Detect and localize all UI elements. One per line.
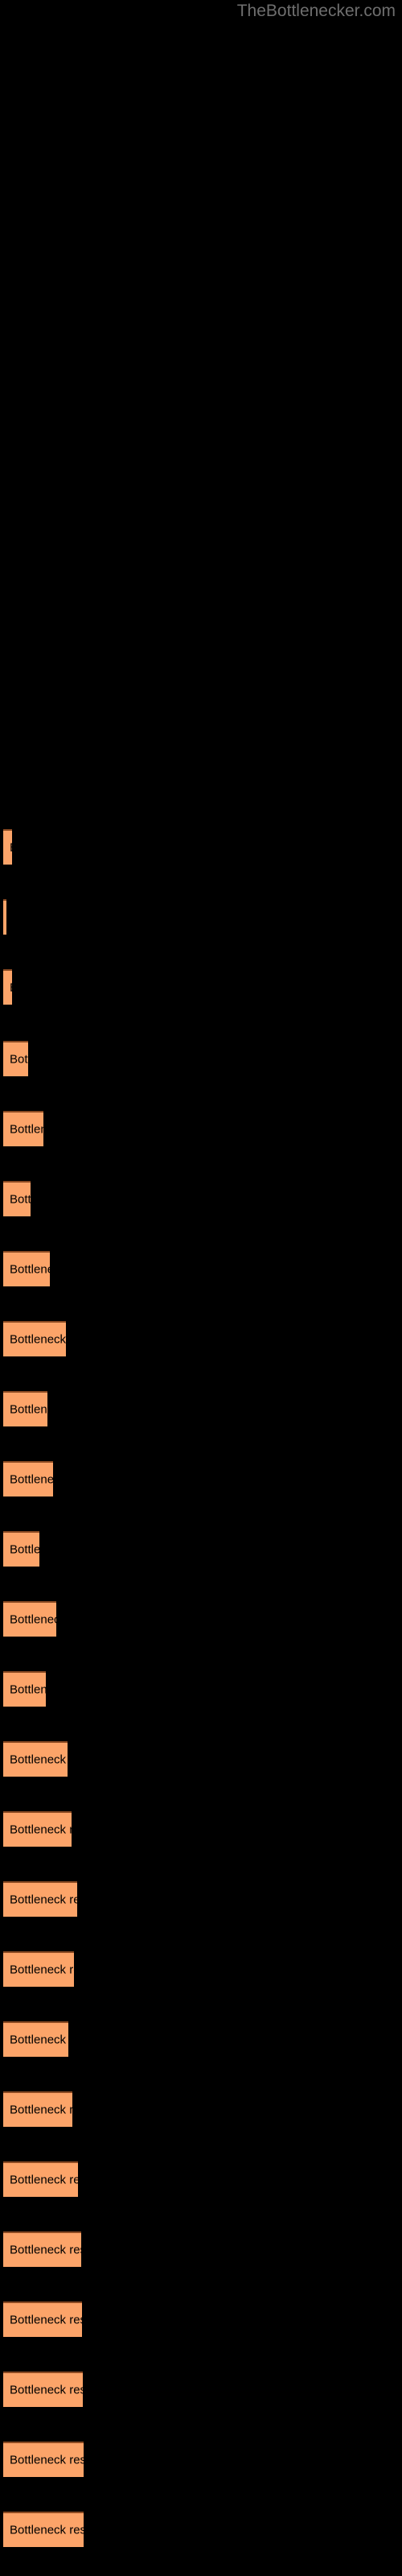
bar-label: Bottleneck result <box>10 1052 28 1067</box>
bar-row: Bottleneck result <box>0 2231 402 2267</box>
bar: Bottleneck result <box>3 2161 78 2197</box>
bar: Bottleneck result <box>3 2442 84 2477</box>
bar: Bottleneck result <box>3 2231 81 2267</box>
bar: Bottleneck result <box>3 1041 28 1076</box>
bar: Bottleneck result <box>3 1811 72 1847</box>
bar-label: Bottleneck result <box>10 1963 74 1977</box>
bar: Bottleneck result <box>3 1461 53 1496</box>
bar-row: Bottleneck result <box>0 2161 402 2197</box>
bar-row: Bottleneck result <box>0 1111 402 1146</box>
bar-label: Bottleneck result <box>10 2523 84 2537</box>
bar: Bottleneck result <box>3 1111 43 1146</box>
bar-label: Bottleneck result <box>10 2313 82 2327</box>
bar-row: Bottleneck result <box>0 1951 402 1987</box>
bar-row: Bottleneck result <box>0 1811 402 1847</box>
bar-label: Bottleneck result <box>10 1542 39 1557</box>
bar-label: Bottleneck result <box>10 2033 68 2047</box>
bar-label: Bottleneck result <box>10 841 12 855</box>
bar: Bottleneck result <box>3 899 6 935</box>
bar-row: Bottleneck result <box>0 2091 402 2127</box>
bar: Bottleneck result <box>3 1531 39 1567</box>
bar-row: Bottleneck result <box>0 1041 402 1076</box>
bar: Bottleneck result <box>3 1391 47 1426</box>
bar: Bottleneck result <box>3 829 12 865</box>
bar: Bottleneck result <box>3 2512 84 2547</box>
bar: Bottleneck result <box>3 2301 82 2337</box>
bar-row: Bottleneck result <box>0 829 402 865</box>
bar-row: Bottleneck result <box>0 2372 402 2407</box>
bar: Bottleneck result <box>3 1251 50 1286</box>
bar: Bottleneck result <box>3 2021 68 2057</box>
bar: Bottleneck result <box>3 1881 77 1917</box>
bar: Bottleneck result <box>3 969 12 1005</box>
bar: Bottleneck result <box>3 2372 83 2407</box>
bar-label: Bottleneck result <box>10 2453 84 2467</box>
bar-row: Bottleneck result <box>0 1671 402 1707</box>
bar-label: Bottleneck result <box>10 2173 78 2187</box>
bar: Bottleneck result <box>3 1671 46 1707</box>
bar-row: Bottleneck result <box>0 899 402 935</box>
bar-label: Bottleneck result <box>10 1122 43 1137</box>
bar-label: Bottleneck result <box>10 1192 31 1207</box>
bar: Bottleneck result <box>3 1321 66 1356</box>
bar-label: Bottleneck result <box>10 1402 47 1417</box>
bar-label: Bottleneck result <box>10 1332 66 1347</box>
bar-row: Bottleneck result <box>0 1251 402 1286</box>
bottleneck-bar-chart: Bottleneck result Bottleneck result Bottle… <box>0 0 402 2576</box>
bar-label: Bottleneck result <box>10 1823 72 1837</box>
bar-label: Bottleneck result <box>10 2383 83 2397</box>
bar-label: Bottleneck result <box>10 981 12 995</box>
bar-label: Bottleneck result <box>10 2243 81 2257</box>
bar-row: Bottleneck result <box>0 1391 402 1426</box>
bar-row: Bottleneck result <box>0 969 402 1005</box>
bar-label: Bottleneck result <box>10 1262 50 1277</box>
bar-row: Bottleneck result <box>0 1461 402 1496</box>
bar-row: Bottleneck result <box>0 2301 402 2337</box>
bar-row: Bottleneck result <box>0 1881 402 1917</box>
bar-row: Bottleneck result <box>0 2021 402 2057</box>
bar-label: Bottleneck result <box>10 1893 77 1907</box>
bar: Bottleneck result <box>3 1181 31 1216</box>
bar-label: Bottleneck result <box>10 2103 72 2117</box>
bar: Bottleneck result <box>3 1951 74 1987</box>
bar-row: Bottleneck result <box>0 1741 402 1777</box>
bar-row: Bottleneck result <box>0 1601 402 1637</box>
bar-label: Bottleneck result <box>10 1682 46 1697</box>
bar-row: Bottleneck result <box>0 1321 402 1356</box>
bar-label: Bottleneck result <box>10 1472 53 1487</box>
bar: Bottleneck result <box>3 1601 56 1637</box>
bar: Bottleneck result <box>3 2091 72 2127</box>
bar-row: Bottleneck result <box>0 2512 402 2547</box>
bar-row: Bottleneck result <box>0 2442 402 2477</box>
bar-label: Bottleneck result <box>10 1752 68 1767</box>
bar-row: Bottleneck result <box>0 1181 402 1216</box>
page-root: TheBottlenecker.com Bottleneck resultBot… <box>0 0 402 2576</box>
bar-label: Bottleneck result <box>10 1612 56 1627</box>
bar-row: Bottleneck result <box>0 1531 402 1567</box>
bar: Bottleneck result <box>3 1741 68 1777</box>
